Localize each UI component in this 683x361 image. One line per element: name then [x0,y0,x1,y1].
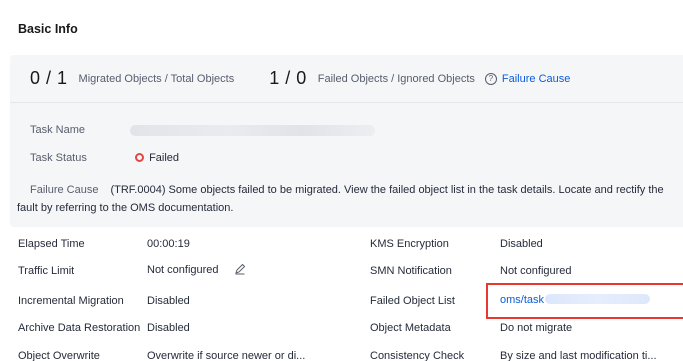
task-name-row: Task Name [30,124,85,136]
pencil-edit-icon[interactable] [234,263,246,275]
failed-label: Failed Objects / Ignored Objects [317,72,475,85]
task-status-value: Failed [149,152,180,164]
kms-encryption-label: KMS Encryption [370,238,449,250]
failure-cause-link-label: Failure Cause [501,72,571,85]
object-metadata-value: Do not migrate [500,322,573,334]
object-overwrite-label: Object Overwrite [18,350,100,361]
traffic-limit-label: Traffic Limit [18,265,75,277]
task-name-label: Task Name [30,124,86,136]
failed-status-icon [135,153,145,162]
object-overwrite-value: Overwrite if source newer or di... [147,350,306,361]
section-title: Basic Info [18,22,78,36]
incremental-migration-label: Incremental Migration [18,295,124,307]
elapsed-time-value: 00:00:19 [147,238,190,250]
migrated-count: 0 / 1 [30,68,68,88]
basic-info-page: Basic Info 0 / 1 Migrated Objects / Tota… [0,0,683,361]
failed-object-list-link[interactable]: oms/task [500,294,651,306]
traffic-limit-row: Not configured [147,263,246,276]
failed-stat: 1 / 0 Failed Objects / Ignored Objects [269,68,475,89]
smn-notification-value: Not configured [500,265,572,277]
migrated-label: Migrated Objects / Total Objects [78,72,235,85]
failed-object-list-path-redacted [545,294,651,304]
failed-object-list-label: Failed Object List [370,295,455,307]
failure-cause-row: Failure Cause (TRF.0004) Some objects fai… [17,181,683,217]
migrated-stat: 0 / 1 Migrated Objects / Total Objects [30,68,234,89]
task-name-value-redacted [130,125,375,136]
archive-restoration-label: Archive Data Restoration [18,322,141,334]
failure-cause-label: Failure Cause [30,184,99,196]
failed-count: 1 / 0 [269,68,307,88]
object-metadata-label: Object Metadata [370,322,451,334]
task-status-label: Task Status [30,152,87,164]
failed-object-list-value[interactable]: oms/task [500,294,544,306]
question-circle-icon: ? [484,72,497,85]
kms-encryption-value: Disabled [500,238,543,250]
elapsed-time-label: Elapsed Time [18,238,85,250]
incremental-migration-value: Disabled [147,295,190,307]
failure-cause-text: (TRF.0004) Some objects failed to be mig… [17,184,664,214]
consistency-check-label: Consistency Check [370,350,465,361]
traffic-limit-value: Not configured [147,264,219,276]
consistency-check-value: By size and last modification ti... [500,350,657,361]
smn-notification-label: SMN Notification [370,265,452,277]
archive-restoration-value: Disabled [147,322,190,334]
failure-cause-link[interactable]: ? Failure Cause [484,72,571,85]
task-status-row: Task Status Failed [30,152,179,164]
stats-row: 0 / 1 Migrated Objects / Total Objects 1… [10,55,683,103]
